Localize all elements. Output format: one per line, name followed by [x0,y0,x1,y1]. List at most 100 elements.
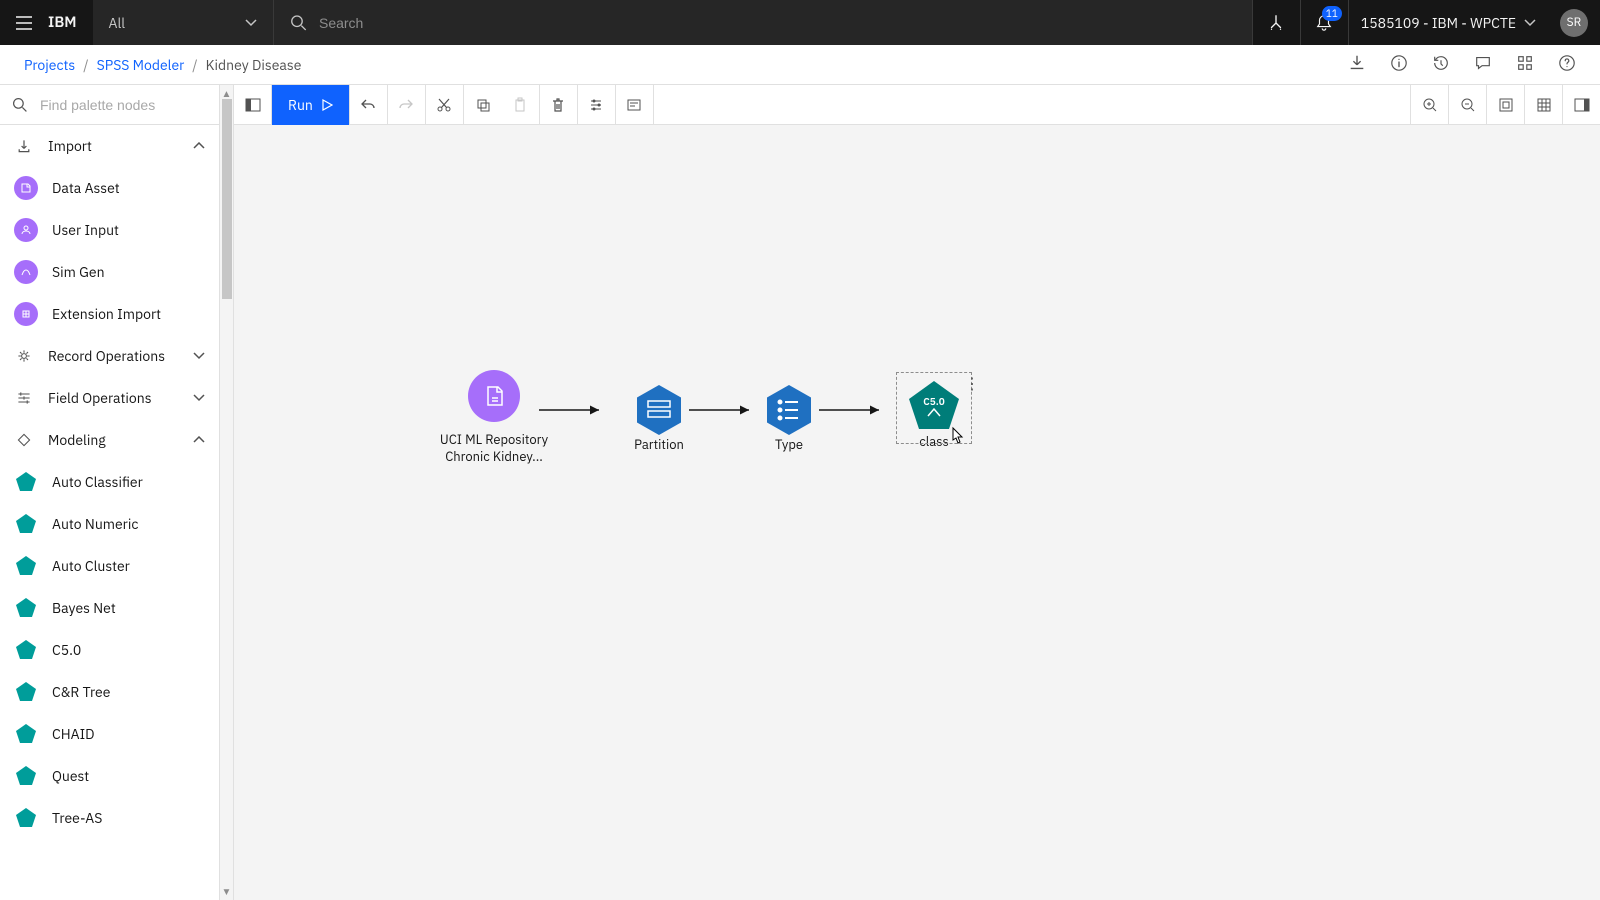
palette-item-quest[interactable]: Quest [0,755,219,797]
palette-item-extension-import[interactable]: Extension Import [0,293,219,335]
comment-button[interactable] [616,85,654,125]
help-button[interactable] [1558,54,1576,76]
download-icon [1348,54,1366,72]
palette-item-auto-numeric[interactable]: Auto Numeric [0,503,219,545]
palette-search-input[interactable] [40,97,221,113]
grid-icon [1516,54,1534,72]
global-search[interactable] [273,0,1252,45]
palette-section-modeling[interactable]: Modeling [0,419,219,461]
breadcrumb: Projects / SPSS Modeler / Kidney Disease [24,56,301,74]
branch-icon [1267,14,1285,32]
brand-label: IBM [48,13,93,32]
pentagon-icon [14,806,38,830]
palette-item-label: CHAID [52,725,95,743]
page-sub-header: Projects / SPSS Modeler / Kidney Disease [0,45,1600,85]
pentagon-icon [14,512,38,536]
palette-item-label: C5.0 [52,641,81,659]
palette-item-sim-gen[interactable]: Sim Gen [0,251,219,293]
search-icon [12,97,28,113]
history-button[interactable] [1432,54,1450,76]
palette-item-cr-tree[interactable]: C&R Tree [0,671,219,713]
right-panel-button[interactable] [1562,85,1600,125]
pentagon-icon [14,722,38,746]
palette-item-bayes-net[interactable]: Bayes Net [0,587,219,629]
palette-section-record-ops[interactable]: Record Operations [0,335,219,377]
hexagon-icon [762,383,816,437]
redo-button [388,85,426,125]
paste-icon [512,97,528,113]
scope-dropdown[interactable]: All [93,0,273,45]
breadcrumb-separator: / [83,56,88,74]
breadcrumb-projects[interactable]: Projects [24,56,75,74]
palette-item-tree-as[interactable]: Tree-AS [0,797,219,839]
undo-icon [360,97,376,113]
copy-button[interactable] [464,85,502,125]
data-asset-icon [14,176,38,200]
toggle-palette-button[interactable] [234,85,272,125]
account-switcher[interactable]: 1585109 - IBM - WPCTE [1348,0,1548,45]
user-input-icon [14,218,38,242]
data-preview-button[interactable] [1524,85,1562,125]
palette-search[interactable] [0,85,233,125]
palette-section-import[interactable]: Import [0,125,219,167]
comments-button[interactable] [1474,54,1492,76]
page-actions [1348,54,1576,76]
hamburger-icon [14,13,34,33]
breadcrumb-modeler[interactable]: SPSS Modeler [97,56,185,74]
flow-canvas[interactable]: UCI ML Repository Chronic Kidney... Part… [234,125,1600,900]
field-ops-icon [14,390,34,406]
note-icon [626,97,642,113]
canvas-area: Run [234,85,1600,900]
palette-item-auto-classifier[interactable]: Auto Classifier [0,461,219,503]
node-palette: Import Data Asset User Input Sim Gen Ext… [0,85,234,900]
panel-left-icon [245,97,261,113]
palette-item-chaid[interactable]: CHAID [0,713,219,755]
delete-button[interactable] [540,85,578,125]
run-button-label: Run [288,96,313,114]
run-button[interactable]: Run [272,85,350,125]
palette-item-label: Sim Gen [52,263,105,281]
scroll-thumb[interactable] [222,99,232,299]
flow-node-class[interactable]: ⋮ C5.0 class [874,378,994,451]
palette-item-label: User Input [52,221,119,239]
undo-button[interactable] [350,85,388,125]
palette-item-label: Auto Cluster [52,557,130,575]
palette-item-label: Auto Numeric [52,515,138,533]
svg-text:C5.0: C5.0 [923,395,944,408]
palette-item-c50[interactable]: C5.0 [0,629,219,671]
flow-node-data-source[interactable]: UCI ML Repository Chronic Kidney... [434,370,554,466]
pentagon-icon [14,470,38,494]
data-link-button[interactable] [1252,0,1300,45]
chevron-down-icon [193,394,205,402]
cut-button[interactable] [426,85,464,125]
user-avatar[interactable]: SR [1560,9,1588,37]
global-search-input[interactable] [319,15,1236,31]
palette-section-field-ops[interactable]: Field Operations [0,377,219,419]
table-icon [1536,97,1552,113]
zoom-fit-button[interactable] [1486,85,1524,125]
search-icon [290,14,307,32]
assets-button[interactable] [1516,54,1534,76]
pentagon-icon [14,554,38,578]
flow-node-type[interactable]: Type [729,383,849,454]
palette-scroll-area[interactable]: Import Data Asset User Input Sim Gen Ext… [0,125,233,900]
flow-node-partition[interactable]: Partition [599,383,719,454]
zoom-in-button[interactable] [1410,85,1448,125]
pentagon-icon [14,680,38,704]
info-button[interactable] [1390,54,1408,76]
node-label: Type [775,437,803,454]
palette-section-title: Modeling [48,431,179,449]
node-context-menu[interactable]: ⋮ [964,374,980,394]
palette-scrollbar[interactable]: ▲ ▼ [219,85,233,900]
scroll-down-arrow[interactable]: ▼ [222,883,232,900]
palette-item-auto-cluster[interactable]: Auto Cluster [0,545,219,587]
palette-item-user-input[interactable]: User Input [0,209,219,251]
import-section-icon [14,138,34,154]
settings-button[interactable] [578,85,616,125]
zoom-out-button[interactable] [1448,85,1486,125]
menu-toggle[interactable] [0,13,48,33]
chevron-down-icon [245,19,257,27]
download-button[interactable] [1348,54,1366,76]
notifications-button[interactable]: 11 [1300,0,1348,45]
palette-item-data-asset[interactable]: Data Asset [0,167,219,209]
